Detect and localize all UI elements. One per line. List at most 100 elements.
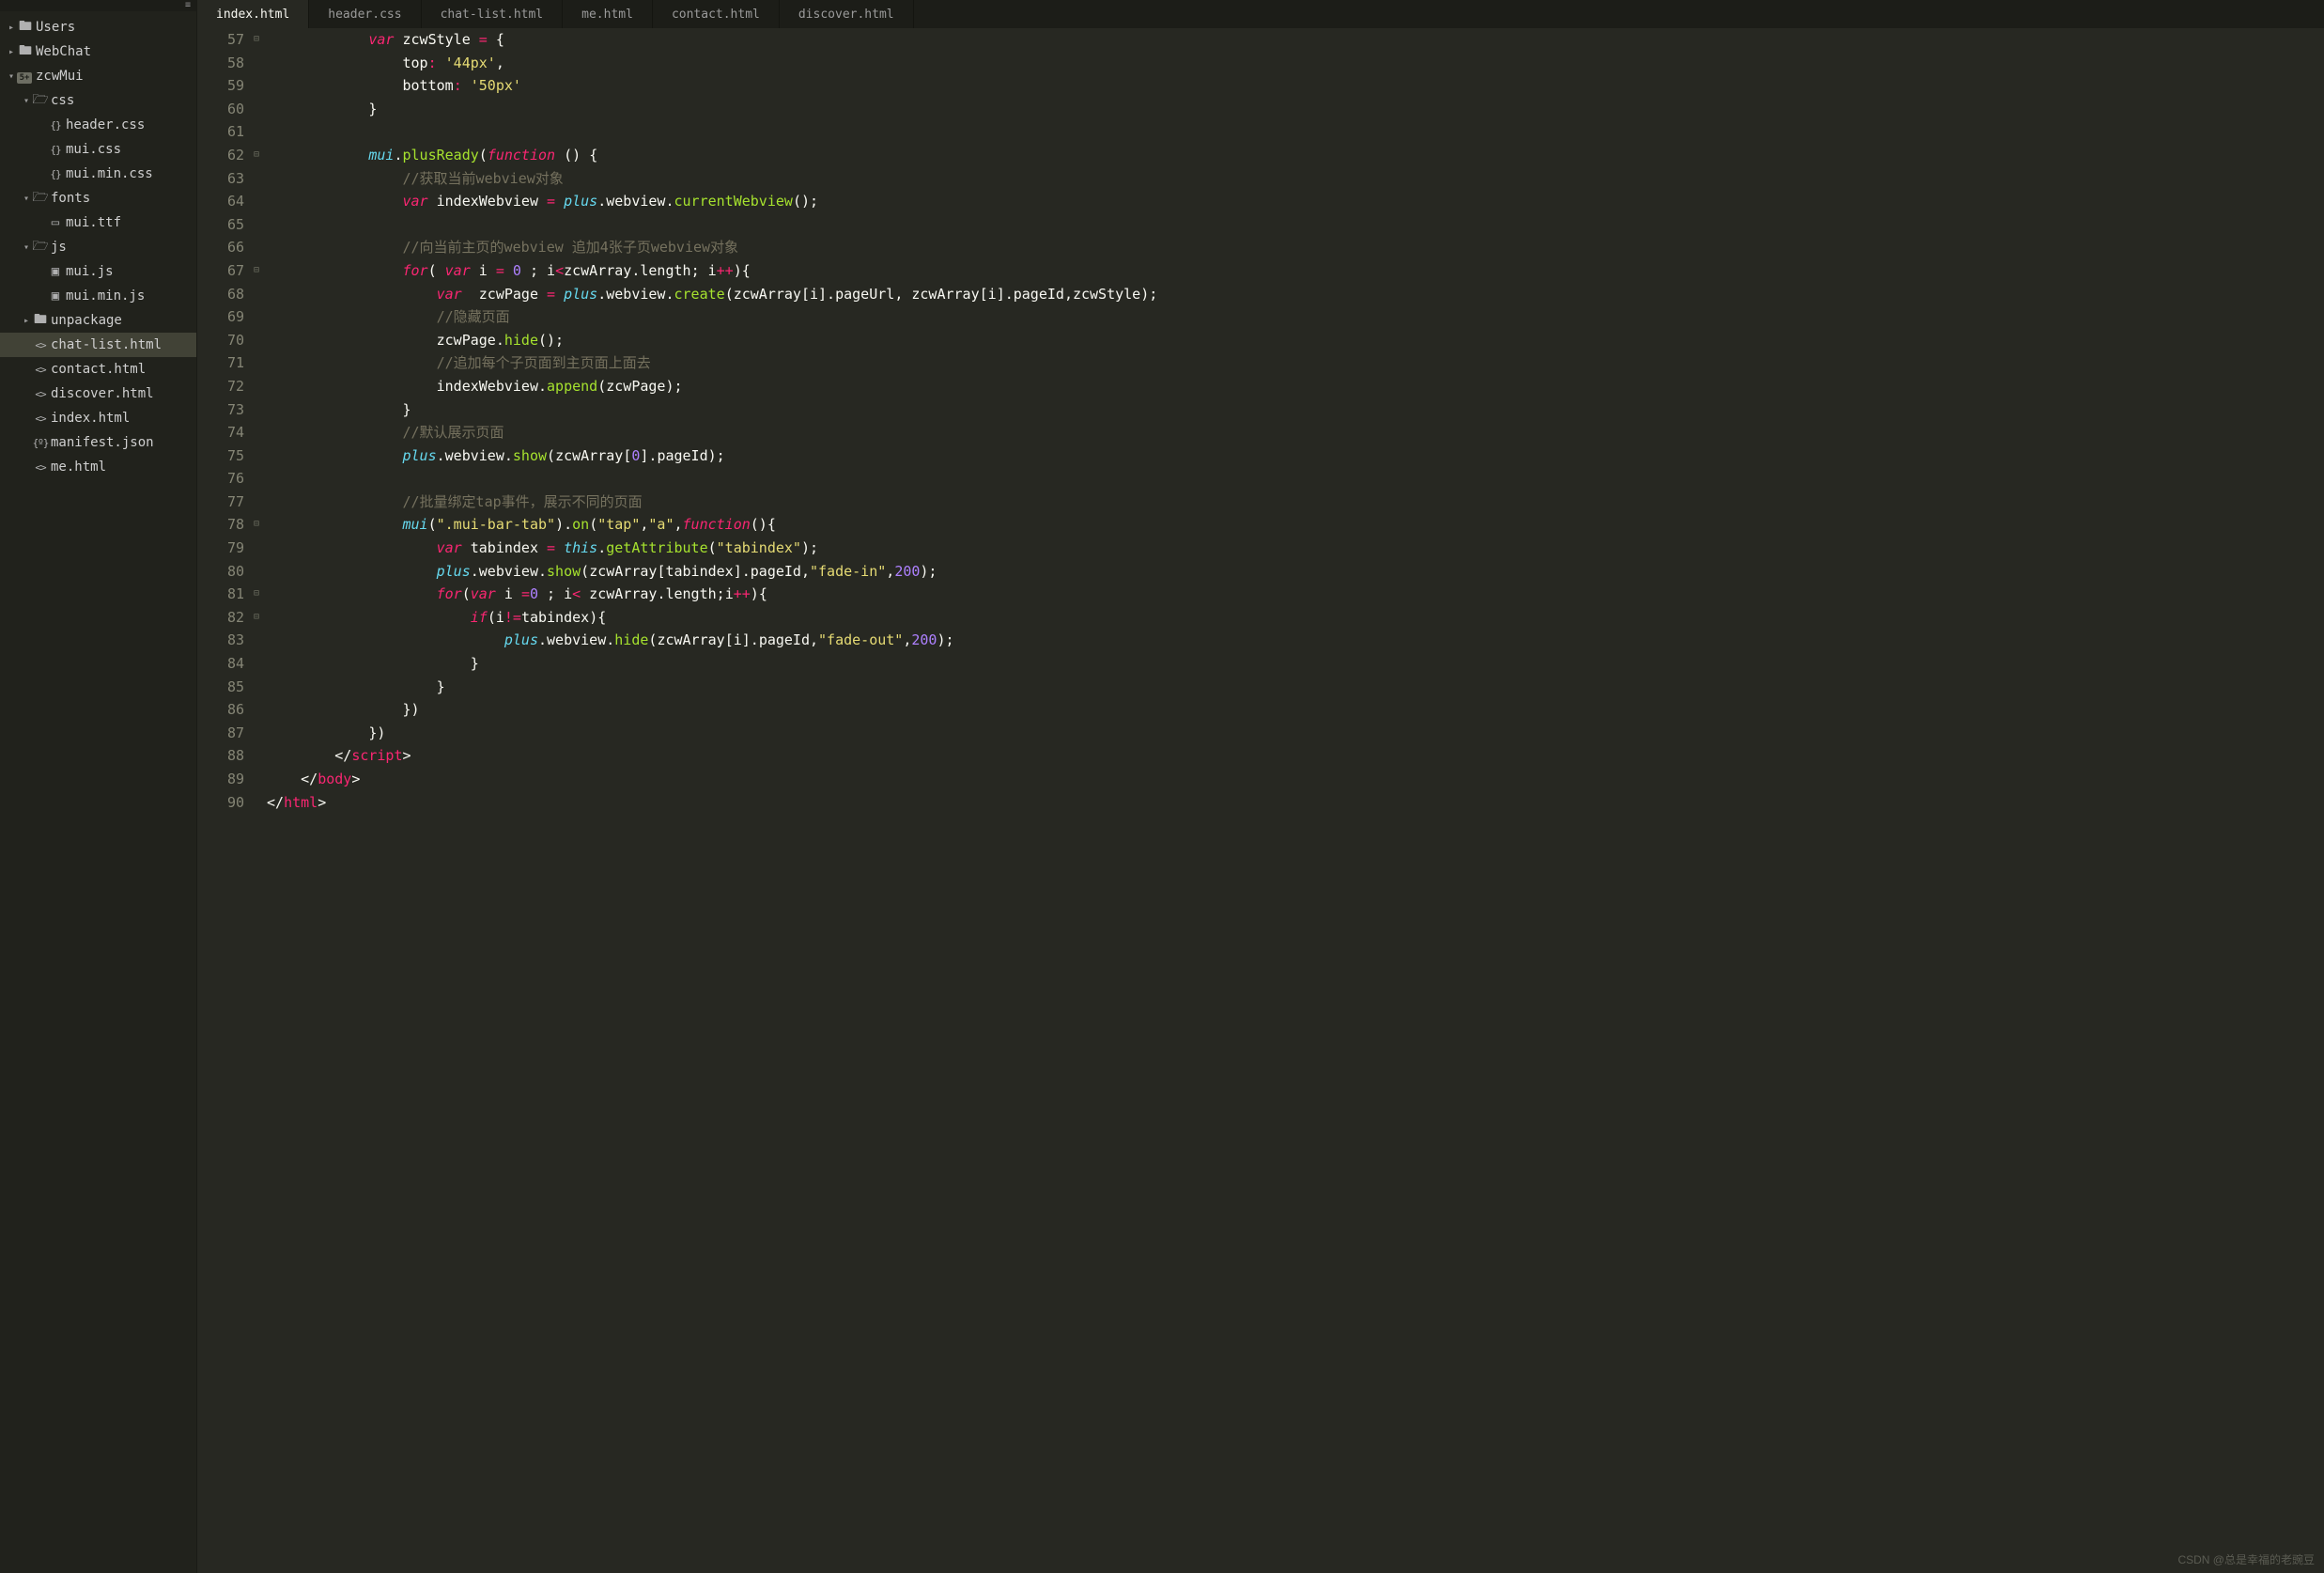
line-number: 79	[197, 537, 244, 560]
tree-item[interactable]: ▸{}mui.css	[0, 137, 196, 162]
tree-item[interactable]: ▾🗁fonts	[0, 186, 196, 210]
line-number: 63	[197, 167, 244, 191]
sidebar-menu-icon[interactable]: ≡	[185, 1, 191, 10]
css-file-icon: {}	[47, 119, 64, 132]
code-line[interactable]: var zcwStyle = {	[267, 28, 2324, 52]
tree-item[interactable]: ▾🗁js	[0, 235, 196, 259]
badge-5plus: 5+	[17, 72, 32, 84]
folder-icon: 🖿	[17, 16, 34, 39]
editor-tab[interactable]: index.html	[197, 0, 309, 28]
line-number: 65	[197, 213, 244, 237]
fold-placeholder	[250, 537, 263, 560]
code-line[interactable]: //获取当前webview对象	[267, 167, 2324, 191]
code-line[interactable]: //追加每个子页面到主页面上面去	[267, 351, 2324, 375]
chevron-right-icon[interactable]: ▸	[21, 316, 32, 326]
fold-toggle-icon[interactable]: ⊟	[250, 513, 263, 537]
chevron-down-icon[interactable]: ▾	[21, 242, 32, 253]
tree-item[interactable]: ▸{}mui.min.css	[0, 162, 196, 186]
code-line[interactable]: //批量绑定tap事件，展示不同的页面	[267, 491, 2324, 514]
fold-toggle-icon[interactable]: ⊟	[250, 144, 263, 167]
line-number: 82	[197, 606, 244, 630]
editor-tab[interactable]: discover.html	[780, 0, 914, 28]
folder-open-icon: 🗁	[32, 187, 49, 210]
tree-item[interactable]: ▸<>me.html	[0, 455, 196, 479]
editor-tab[interactable]: contact.html	[653, 0, 780, 28]
tree-item[interactable]: ▸<>chat-list.html	[0, 333, 196, 357]
code-line[interactable]: bottom: '50px'	[267, 74, 2324, 98]
tree-item[interactable]: ▸▣mui.js	[0, 259, 196, 284]
code-line[interactable]: //默认展示页面	[267, 421, 2324, 444]
code-area[interactable]: var zcwStyle = { top: '44px', bottom: '5…	[263, 28, 2324, 1573]
code-line[interactable]: for(var i =0 ; i< zcwArray.length;i++){	[267, 583, 2324, 606]
tree-item-label: Users	[36, 20, 75, 35]
fold-toggle-icon[interactable]: ⊟	[250, 606, 263, 630]
tree-item-label: discover.html	[51, 386, 154, 401]
tree-item[interactable]: ▸<>index.html	[0, 406, 196, 430]
code-line[interactable]: </script>	[267, 744, 2324, 768]
fold-toggle-icon[interactable]: ⊟	[250, 259, 263, 283]
code-line[interactable]: }	[267, 398, 2324, 422]
tree-item[interactable]: ▸<>contact.html	[0, 357, 196, 382]
code-line[interactable]: if(i!=tabindex){	[267, 606, 2324, 630]
tree-item[interactable]: ▾5+zcwMui	[0, 64, 196, 88]
code-line[interactable]: }	[267, 98, 2324, 121]
editor-tab[interactable]: header.css	[309, 0, 421, 28]
code-line[interactable]: //向当前主页的webview 追加4张子页webview对象	[267, 236, 2324, 259]
code-line[interactable]: })	[267, 722, 2324, 745]
tree-item[interactable]: ▸{º}manifest.json	[0, 430, 196, 455]
editor-tab[interactable]: me.html	[563, 0, 653, 28]
tree-item[interactable]: ▸▣mui.min.js	[0, 284, 196, 308]
fold-placeholder	[250, 744, 263, 768]
code-line[interactable]: top: '44px',	[267, 52, 2324, 75]
code-line[interactable]: </html>	[267, 791, 2324, 815]
tree-item[interactable]: ▸▭mui.ttf	[0, 210, 196, 235]
code-line[interactable]: var tabindex = this.getAttribute("tabind…	[267, 537, 2324, 560]
line-number: 58	[197, 52, 244, 75]
tree-item[interactable]: ▸<>discover.html	[0, 382, 196, 406]
tree-item[interactable]: ▸{}header.css	[0, 113, 196, 137]
line-number: 80	[197, 560, 244, 584]
css-file-icon: {}	[47, 168, 64, 180]
code-line[interactable]: var zcwPage = plus.webview.create(zcwArr…	[267, 283, 2324, 306]
code-line[interactable]: for( var i = 0 ; i<zcwArray.length; i++)…	[267, 259, 2324, 283]
code-editor[interactable]: 5758596061626364656667686970717273747576…	[197, 28, 2324, 1573]
code-line[interactable]: indexWebview.append(zcwPage);	[267, 375, 2324, 398]
code-line[interactable]: })	[267, 698, 2324, 722]
tree-item[interactable]: ▸🖿Users	[0, 15, 196, 39]
chevron-down-icon[interactable]: ▾	[21, 194, 32, 204]
code-line[interactable]: //隐藏页面	[267, 305, 2324, 329]
chevron-right-icon[interactable]: ▸	[6, 23, 17, 33]
code-line[interactable]: zcwPage.hide();	[267, 329, 2324, 352]
file-explorer-sidebar: ≡ ▸🖿Users▸🖿WebChat▾5+zcwMui▾🗁css▸{}heade…	[0, 0, 197, 1573]
code-line[interactable]: var indexWebview = plus.webview.currentW…	[267, 190, 2324, 213]
fold-placeholder	[250, 375, 263, 398]
code-line[interactable]	[267, 213, 2324, 237]
chevron-down-icon[interactable]: ▾	[21, 96, 32, 106]
editor-tab[interactable]: chat-list.html	[422, 0, 564, 28]
code-line[interactable]	[267, 467, 2324, 491]
code-line[interactable]: plus.webview.hide(zcwArray[i].pageId,"fa…	[267, 629, 2324, 652]
code-line[interactable]	[267, 120, 2324, 144]
tree-item[interactable]: ▸🖿WebChat	[0, 39, 196, 64]
fold-placeholder	[250, 722, 263, 745]
fold-toggle-icon[interactable]: ⊟	[250, 28, 263, 52]
html-file-icon: <>	[32, 339, 49, 351]
code-line[interactable]: }	[267, 676, 2324, 699]
tree-item[interactable]: ▾🗁css	[0, 88, 196, 113]
tree-item-label: me.html	[51, 459, 106, 475]
fold-placeholder	[250, 98, 263, 121]
fold-placeholder	[250, 329, 263, 352]
line-number: 69	[197, 305, 244, 329]
fold-placeholder	[250, 398, 263, 422]
chevron-right-icon[interactable]: ▸	[6, 47, 17, 57]
code-line[interactable]: mui(".mui-bar-tab").on("tap","a",functio…	[267, 513, 2324, 537]
fold-toggle-icon[interactable]: ⊟	[250, 583, 263, 606]
code-line[interactable]: plus.webview.show(zcwArray[tabindex].pag…	[267, 560, 2324, 584]
tree-item[interactable]: ▸🖿unpackage	[0, 308, 196, 333]
code-line[interactable]: </body>	[267, 768, 2324, 791]
line-number: 61	[197, 120, 244, 144]
code-line[interactable]: }	[267, 652, 2324, 676]
chevron-down-icon[interactable]: ▾	[6, 71, 17, 82]
code-line[interactable]: plus.webview.show(zcwArray[0].pageId);	[267, 444, 2324, 468]
code-line[interactable]: mui.plusReady(function () {	[267, 144, 2324, 167]
